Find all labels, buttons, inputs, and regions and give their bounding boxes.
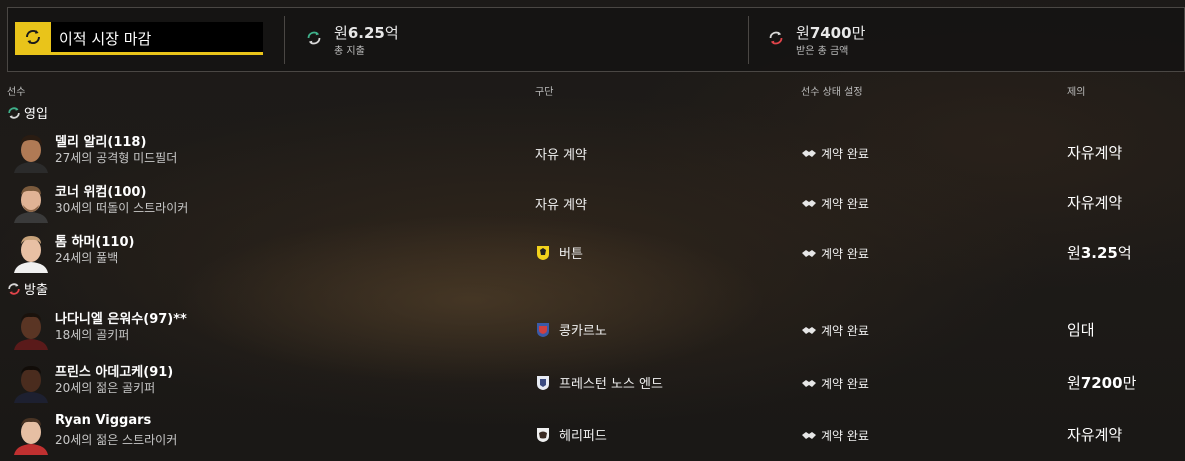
table-row[interactable]: 톰 하머(110) 24세의 풀백 버튼 계약 완료 원3.25억 — [0, 227, 1185, 277]
column-header-offer[interactable]: 제의 — [1067, 83, 1085, 98]
player-name[interactable]: 프린스 아데고케(91) — [55, 361, 173, 380]
section-header-out: 방출 — [7, 279, 48, 298]
club-cell[interactable]: 프레스턴 노스 엔드 — [535, 373, 663, 392]
offer-cell: 원7200만 — [1067, 374, 1137, 392]
offer-cell: 자유계약 — [1067, 194, 1123, 212]
total-received-value: 원7400만 — [796, 24, 866, 42]
total-received-label: 받은 총 금액 — [796, 46, 849, 57]
transfer-cycle-icon — [25, 29, 41, 45]
handshake-icon — [802, 379, 816, 387]
club-cell: 자유 계약 — [535, 148, 587, 163]
player-description: 20세의 젊은 스트라이커 — [55, 433, 178, 447]
incoming-icon — [8, 106, 20, 119]
section-header-in: 영입 — [7, 103, 48, 122]
search-title: 이적 시장 마감 — [59, 30, 152, 48]
player-name[interactable]: 나다니엘 은워수(97)** — [55, 308, 187, 327]
section-label-in: 영입 — [24, 107, 48, 122]
player-name[interactable]: 델리 알리(118) — [55, 131, 146, 150]
player-name[interactable]: 톰 하머(110) — [55, 231, 134, 250]
total-spent-value: 원6.25억 — [334, 24, 399, 42]
outgoing-icon — [8, 282, 20, 295]
preston-north-end-badge-icon — [537, 375, 549, 390]
handshake-icon — [802, 149, 816, 157]
table-row[interactable]: 코너 위컴(100) 30세의 떠돌이 스트라이커 자유 계약 계약 완료 자유… — [0, 177, 1185, 227]
column-header-club[interactable]: 구단 — [535, 83, 553, 98]
status-cell[interactable]: 계약 완료 — [801, 427, 869, 444]
player-description: 20세의 젊은 골키퍼 — [55, 381, 156, 395]
player-avatar — [14, 313, 48, 350]
section-label-out: 방출 — [24, 283, 48, 298]
divider — [284, 16, 285, 64]
handshake-icon — [802, 326, 816, 334]
club-cell: 자유 계약 — [535, 198, 587, 213]
player-description: 24세의 풀백 — [55, 251, 119, 265]
column-header-player[interactable]: 선수 — [7, 83, 25, 98]
player-avatar — [14, 135, 48, 173]
handshake-icon — [802, 199, 816, 207]
player-avatar — [14, 186, 48, 223]
club-cell[interactable]: 버튼 — [535, 243, 583, 262]
in-out-green-icon — [307, 31, 321, 45]
club-cell[interactable]: 콩카르노 — [535, 320, 607, 339]
player-avatar — [14, 366, 48, 403]
offer-cell: 자유계약 — [1067, 144, 1123, 162]
club-cell[interactable]: 헤리퍼드 — [535, 425, 607, 444]
concarneau-badge-icon — [537, 322, 549, 337]
divider — [748, 16, 749, 64]
player-description: 30세의 떠돌이 스트라이커 — [55, 201, 189, 215]
hereford-badge-icon — [537, 427, 549, 442]
in-out-red-icon — [769, 31, 783, 45]
player-avatar — [14, 236, 48, 273]
offer-cell: 원3.25억 — [1067, 244, 1132, 262]
player-name[interactable]: Ryan Viggars — [55, 413, 151, 428]
status-cell[interactable]: 계약 완료 — [801, 322, 869, 339]
offer-cell: 자유계약 — [1067, 426, 1123, 444]
handshake-icon — [802, 431, 816, 439]
status-cell[interactable]: 계약 완료 — [801, 145, 869, 162]
burton-badge-icon — [537, 245, 549, 260]
player-description: 27세의 공격형 미드필더 — [55, 151, 178, 165]
table-row[interactable]: 나다니엘 은워수(97)** 18세의 골키퍼 콩카르노 계약 완료 임대 — [0, 304, 1185, 354]
transfer-deadline-search[interactable]: 이적 시장 마감 — [15, 22, 263, 55]
column-header-status[interactable]: 선수 상태 설정 — [801, 83, 863, 98]
status-cell[interactable]: 계약 완료 — [801, 375, 869, 392]
handshake-icon — [802, 249, 816, 257]
total-spent-label: 총 지출 — [334, 46, 365, 57]
table-row[interactable]: Ryan Viggars 20세의 젊은 스트라이커 헤리퍼드 계약 완료 자유… — [0, 409, 1185, 459]
status-cell[interactable]: 계약 완료 — [801, 245, 869, 262]
player-name[interactable]: 코너 위컴(100) — [55, 181, 146, 200]
transfer-icon-box — [15, 22, 51, 52]
player-description: 18세의 골키퍼 — [55, 328, 130, 342]
table-row[interactable]: 델리 알리(118) 27세의 공격형 미드필더 자유 계약 계약 완료 자유계… — [0, 127, 1185, 177]
player-avatar — [14, 418, 48, 455]
status-cell[interactable]: 계약 완료 — [801, 195, 869, 212]
offer-cell: 임대 — [1067, 321, 1095, 339]
table-row[interactable]: 프린스 아데고케(91) 20세의 젊은 골키퍼 프레스턴 노스 엔드 계약 완… — [0, 357, 1185, 407]
transfer-summary-bar: 이적 시장 마감 원6.25억 총 지출 원7400만 받은 총 금액 — [7, 7, 1185, 72]
